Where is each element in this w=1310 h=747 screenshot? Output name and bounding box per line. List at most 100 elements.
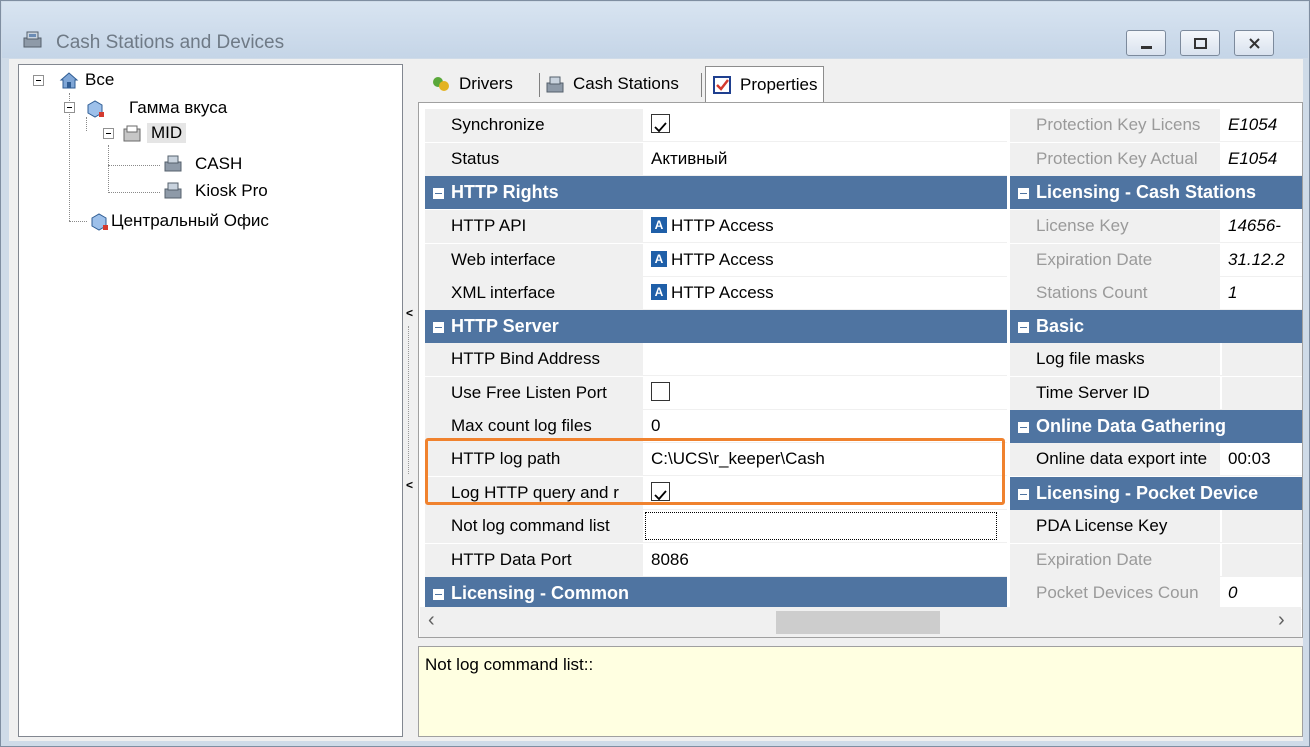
property-row-license-key[interactable]: License Key 14656- <box>1010 210 1302 243</box>
not-log-command-list-editor[interactable] <box>645 512 997 540</box>
maximize-button[interactable] <box>1180 30 1220 56</box>
cash-register-icon <box>164 155 182 172</box>
category-label: Licensing - Common <box>451 583 630 603</box>
tree-expander-mid[interactable] <box>103 128 114 139</box>
category-online-data-gathering[interactable]: Online Data Gathering <box>1010 410 1302 443</box>
property-row-status[interactable]: Status Активный <box>425 143 1007 176</box>
tree-node-central-office[interactable]: Центральный Офис <box>111 211 269 231</box>
category-http-server[interactable]: HTTP Server <box>425 310 1007 343</box>
property-row-stations-count[interactable]: Stations Count 1 <box>1010 277 1302 310</box>
property-row-not-log-command-list[interactable]: Not log command list <box>425 510 1007 543</box>
category-basic[interactable]: Basic <box>1010 310 1302 343</box>
property-row-http-bind-address[interactable]: HTTP Bind Address <box>425 343 1007 376</box>
tab-separator <box>701 73 702 97</box>
tab-separator <box>539 73 540 97</box>
property-row-log-file-masks[interactable]: Log file masks <box>1010 343 1302 376</box>
property-value[interactable]: A HTTP Access <box>645 244 1007 276</box>
category-licensing-pocket-devices[interactable]: Licensing - Pocket Device <box>1010 477 1302 510</box>
property-row-pda-expiration-date[interactable]: Expiration Date <box>1010 544 1302 577</box>
use-free-listen-port-cell[interactable] <box>645 377 1007 409</box>
collapse-left-arrow-icon[interactable]: < <box>406 478 413 492</box>
property-row-xml-interface[interactable]: XML interface A HTTP Access <box>425 277 1007 310</box>
property-value[interactable] <box>1222 377 1302 409</box>
scrollbar-thumb[interactable] <box>776 611 940 634</box>
property-row-http-data-port[interactable]: HTTP Data Port 8086 <box>425 544 1007 577</box>
minimize-button[interactable] <box>1126 30 1166 56</box>
property-row-web-interface[interactable]: Web interface A HTTP Access <box>425 244 1007 277</box>
tab-cash-stations[interactable]: Cash Stations <box>545 67 679 101</box>
scroll-right-arrow-icon[interactable]: › <box>1278 609 1285 632</box>
property-name: Online data export inte <box>1010 443 1220 475</box>
property-row-protection-key-actual[interactable]: Protection Key Actual E1054 <box>1010 143 1302 176</box>
property-value[interactable]: 14656- <box>1222 210 1302 242</box>
synchronize-checkbox[interactable] <box>651 114 670 134</box>
maximize-icon <box>1194 38 1207 49</box>
property-row-time-server-id[interactable]: Time Server ID <box>1010 377 1302 410</box>
tab-cash-stations-label: Cash Stations <box>573 74 679 93</box>
category-licensing-common[interactable]: Licensing - Common <box>425 577 1007 610</box>
tree-connector <box>108 145 109 193</box>
tree-expander-root[interactable] <box>33 75 44 86</box>
tree-node-mid[interactable]: MID <box>147 123 187 143</box>
property-value[interactable] <box>1222 544 1302 576</box>
property-grid[interactable]: Synchronize Status Активный HTTP Rights … <box>418 102 1303 638</box>
property-value[interactable] <box>1222 343 1302 375</box>
collapse-left-arrow-icon[interactable]: < <box>406 306 413 320</box>
tree-node-gamma[interactable]: Гамма вкуса <box>129 98 227 118</box>
property-row-pda-license-key[interactable]: PDA License Key <box>1010 510 1302 543</box>
splitter-grip[interactable] <box>408 326 411 474</box>
minimize-icon <box>1141 46 1152 49</box>
close-icon <box>1249 38 1260 49</box>
property-value[interactable]: E1054 <box>1222 109 1302 141</box>
tree-panel[interactable]: Все Гамма вкуса MID CASH Kiosk Pro Центр… <box>18 64 403 737</box>
category-http-rights[interactable]: HTTP Rights <box>425 176 1007 209</box>
property-value[interactable]: A HTTP Access <box>645 210 1007 242</box>
property-value[interactable]: 00:03 <box>1222 443 1302 475</box>
main-window: Cash Stations and Devices Все Гамма вкус… <box>0 0 1310 747</box>
tree-expander-gamma[interactable] <box>64 102 75 113</box>
scroll-left-arrow-icon[interactable]: ‹ <box>428 609 435 632</box>
category-label: Basic <box>1036 316 1085 336</box>
property-row-http-api[interactable]: HTTP API A HTTP Access <box>425 210 1007 243</box>
property-value[interactable]: E1054 <box>1222 143 1302 175</box>
tab-drivers[interactable]: Drivers <box>431 67 513 101</box>
property-row-synchronize[interactable]: Synchronize <box>425 109 1007 142</box>
collapse-icon[interactable] <box>1018 489 1029 500</box>
property-value[interactable]: A HTTP Access <box>645 277 1007 309</box>
title-bar[interactable]: Cash Stations and Devices <box>2 2 1308 58</box>
close-button[interactable] <box>1234 30 1274 56</box>
collapse-icon[interactable] <box>1018 422 1029 433</box>
property-value[interactable] <box>645 343 1007 375</box>
property-row-online-data-export[interactable]: Online data export inte 00:03 <box>1010 443 1302 476</box>
collapse-icon[interactable] <box>433 188 444 199</box>
property-name: Log file masks <box>1010 343 1220 375</box>
property-value[interactable]: Активный <box>645 143 1007 175</box>
property-row-pocket-devices-count[interactable]: Pocket Devices Coun 0 <box>1010 577 1302 610</box>
property-name: Use Free Listen Port <box>425 377 643 409</box>
horizontal-scrollbar[interactable]: ‹ › <box>420 607 1301 637</box>
tab-properties[interactable]: Properties <box>705 66 825 102</box>
property-value[interactable]: 8086 <box>645 544 1007 576</box>
tree-node-cash[interactable]: CASH <box>195 154 242 174</box>
property-value[interactable]: 0 <box>1222 577 1302 609</box>
use-free-listen-port-checkbox[interactable] <box>651 382 670 402</box>
property-value[interactable]: 1 <box>1222 277 1302 309</box>
collapse-icon[interactable] <box>1018 322 1029 333</box>
property-row-use-free-listen-port[interactable]: Use Free Listen Port <box>425 377 1007 410</box>
home-icon <box>59 72 79 89</box>
property-value[interactable]: 31.12.2 <box>1222 244 1302 276</box>
collapse-icon[interactable] <box>1018 188 1029 199</box>
property-value[interactable] <box>1222 510 1302 542</box>
description-panel: Not log command list:: <box>418 646 1303 737</box>
property-row-expiration-date[interactable]: Expiration Date 31.12.2 <box>1010 244 1302 277</box>
tree-node-kiosk-pro[interactable]: Kiosk Pro <box>195 181 268 201</box>
synchronize-checkbox-cell[interactable] <box>645 109 1007 141</box>
collapse-icon[interactable] <box>433 322 444 333</box>
panel-splitter[interactable]: < < <box>404 64 416 737</box>
tree-node-all[interactable]: Все <box>85 70 114 90</box>
tree-connector <box>108 165 160 166</box>
category-licensing-cash-stations[interactable]: Licensing - Cash Stations <box>1010 176 1302 209</box>
property-row-protection-key-license[interactable]: Protection Key Licens E1054 <box>1010 109 1302 142</box>
collapse-icon[interactable] <box>433 589 444 600</box>
cash-register-icon <box>164 182 182 199</box>
